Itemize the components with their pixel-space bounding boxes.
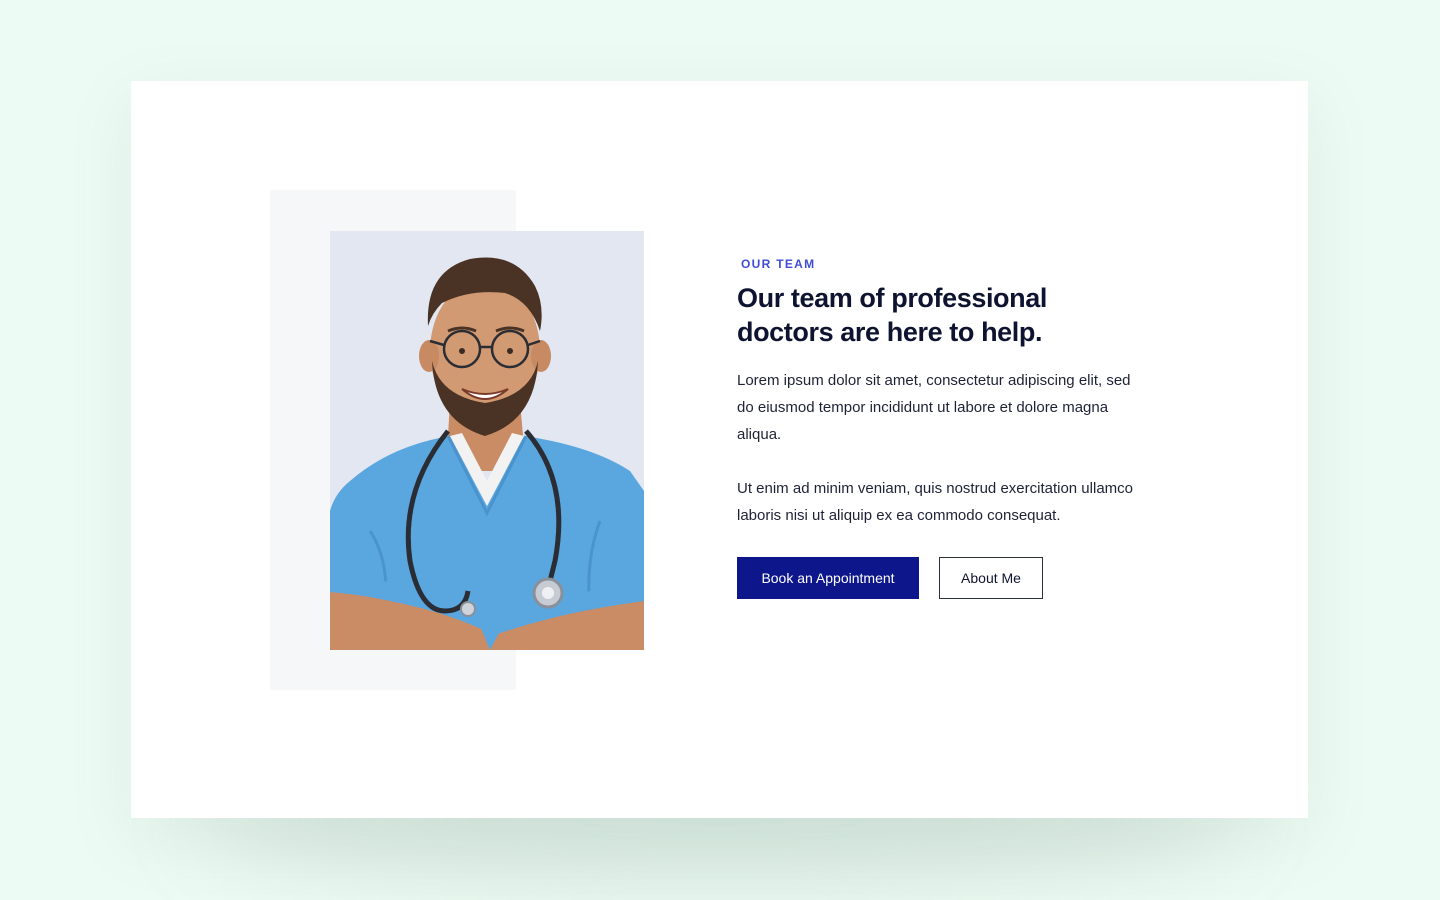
book-appointment-button[interactable]: Book an Appointment (737, 557, 919, 599)
section-eyebrow: OUR TEAM (741, 257, 816, 271)
team-content: OUR TEAM Our team of professional doctor… (737, 257, 1137, 599)
doctor-photo (330, 231, 644, 650)
intro-paragraph: Lorem ipsum dolor sit amet, consectetur … (737, 372, 1131, 443)
about-me-button[interactable]: About Me (939, 557, 1043, 599)
detail-paragraph: Ut enim ad minim veniam, quis nostrud ex… (737, 480, 1133, 524)
team-section-card: OUR TEAM Our team of professional doctor… (131, 81, 1308, 818)
cta-button-group: Book an Appointment About Me (737, 557, 1137, 599)
section-headline: Our team of professional doctors are her… (737, 283, 1047, 347)
